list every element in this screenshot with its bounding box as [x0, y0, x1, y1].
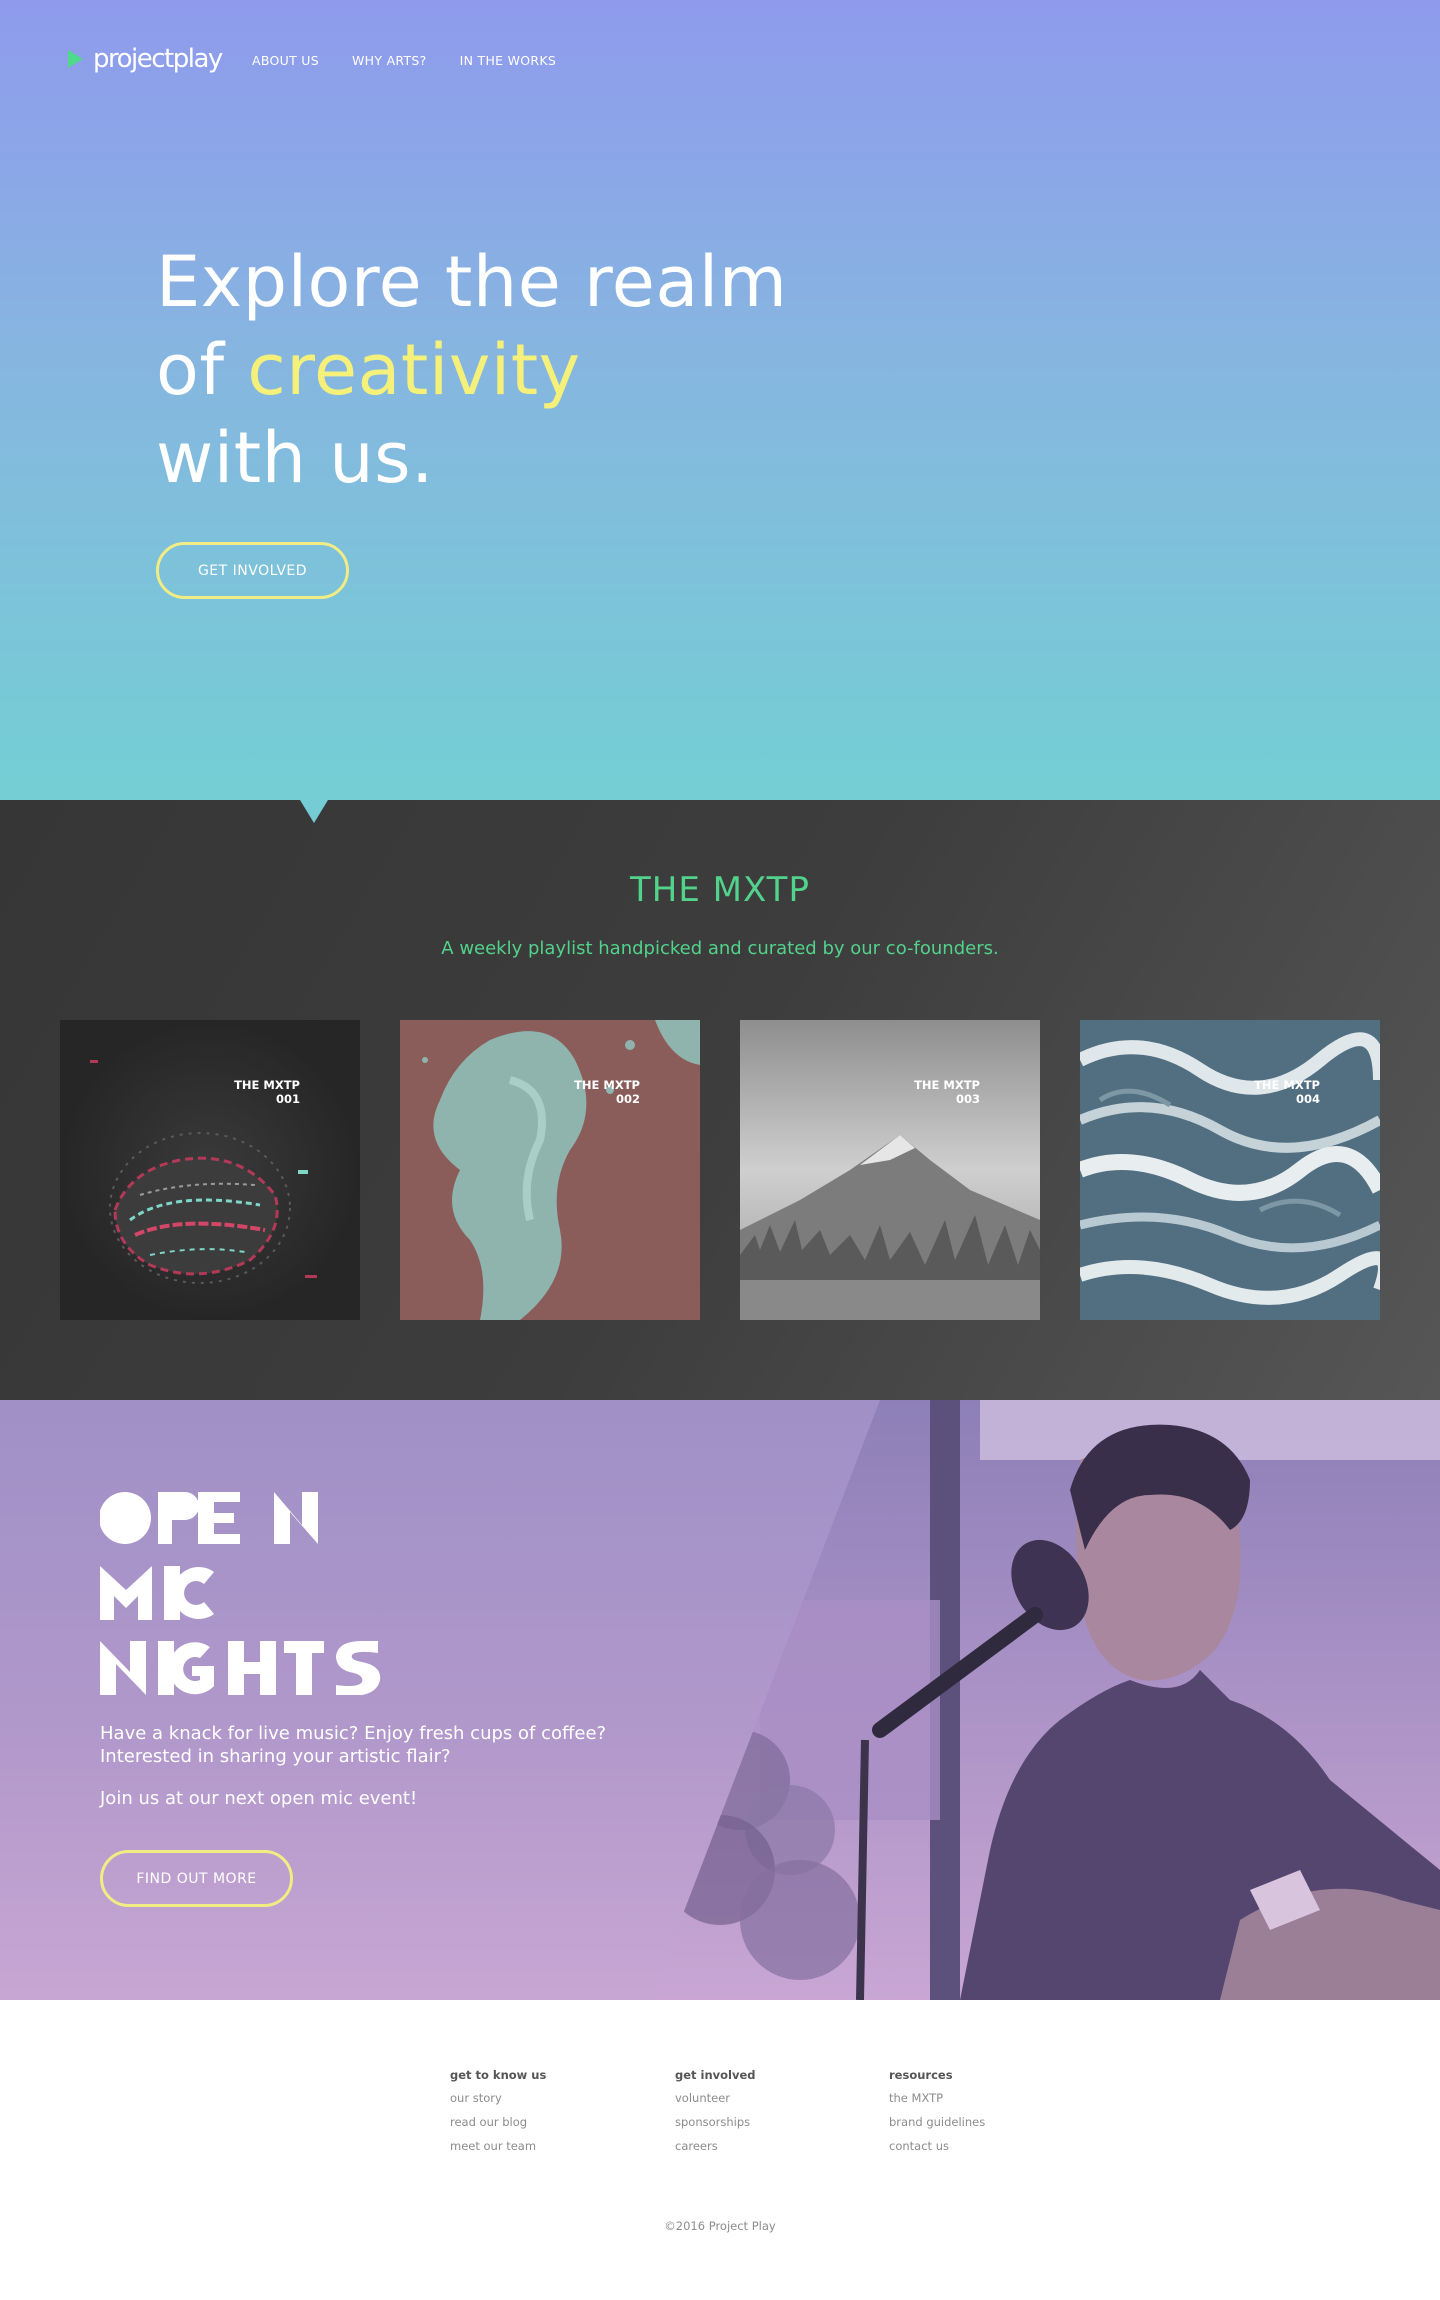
- section-pointer: [300, 800, 328, 823]
- open-mic-description: Have a knack for live music? Enjoy fresh…: [100, 1722, 640, 1768]
- mxtp-title: THE MXTP: [630, 870, 810, 910]
- cover-label: THE MXTP 002: [574, 1078, 640, 1106]
- mxtp-cover-001[interactable]: THE MXTP 001: [60, 1020, 360, 1320]
- cover-title: THE MXTP: [234, 1078, 300, 1092]
- nav-about-us[interactable]: ABOUT US: [252, 53, 319, 68]
- mxtp-subtitle: A weekly playlist handpicked and curated…: [441, 938, 999, 959]
- mxtp-section: THE MXTP A weekly playlist handpicked an…: [0, 800, 1440, 1400]
- cover-number: 004: [1295, 1092, 1320, 1106]
- footer-column-get-to-know-us: get to know us our story read our blog m…: [450, 2068, 546, 2163]
- footer-link-sponsorships[interactable]: sponsorships: [675, 2115, 756, 2129]
- hero-line-1: Explore the realm: [156, 241, 788, 323]
- cover-art-splash: [400, 1020, 700, 1320]
- footer-link-contact[interactable]: contact us: [889, 2139, 985, 2153]
- footer-link-brand-guidelines[interactable]: brand guidelines: [889, 2115, 985, 2129]
- play-logo-icon: [68, 50, 83, 68]
- mxtp-cover-003[interactable]: THE MXTP 003: [740, 1020, 1040, 1320]
- nav-in-the-works[interactable]: IN THE WORKS: [460, 53, 557, 68]
- logo[interactable]: projectplay: [60, 44, 223, 74]
- footer-heading: resources: [889, 2068, 953, 2082]
- open-mic-text-line-2: Interested in sharing your artistic flai…: [100, 1746, 451, 1767]
- footer: get to know us our story read our blog m…: [0, 2000, 1440, 2300]
- cover-title: THE MXTP: [1254, 1078, 1320, 1092]
- cover-title: THE MXTP: [574, 1078, 640, 1092]
- cover-art-glitch: [60, 1020, 360, 1320]
- open-mic-section: Have a knack for live music? Enjoy fresh…: [0, 1400, 1440, 2000]
- cover-label: THE MXTP 003: [914, 1078, 980, 1106]
- footer-column-get-involved: get involved volunteer sponsorships care…: [675, 2068, 756, 2163]
- cover-number: 003: [955, 1092, 980, 1106]
- nav-why-arts[interactable]: WHY ARTS?: [352, 53, 427, 68]
- hero-section: projectplay ABOUT US WHY ARTS? IN THE WO…: [0, 0, 1440, 800]
- cover-label: THE MXTP 001: [234, 1078, 300, 1106]
- main-nav: ABOUT US WHY ARTS? IN THE WORKS: [252, 53, 556, 68]
- cover-label: THE MXTP 004: [1254, 1078, 1320, 1106]
- footer-link-our-story[interactable]: our story: [450, 2091, 546, 2105]
- cover-number: 001: [275, 1092, 300, 1106]
- open-mic-nights-title: [100, 1492, 381, 1695]
- footer-column-resources: resources the MXTP brand guidelines cont…: [889, 2068, 985, 2163]
- mxtp-cover-002[interactable]: THE MXTP 002: [400, 1020, 700, 1320]
- footer-heading: get involved: [675, 2068, 756, 2082]
- open-mic-invite: Join us at our next open mic event!: [100, 1788, 418, 1809]
- footer-link-blog[interactable]: read our blog: [450, 2115, 546, 2129]
- cover-title: THE MXTP: [914, 1078, 980, 1092]
- hero-highlight-word: creativity: [247, 329, 581, 411]
- hero-headline: Explore the realm of creativity with us.: [156, 238, 787, 502]
- mxtp-cover-004[interactable]: THE MXTP 004: [1080, 1020, 1380, 1320]
- open-mic-text-line-1: Have a knack for live music? Enjoy fresh…: [100, 1723, 607, 1744]
- footer-link-volunteer[interactable]: volunteer: [675, 2091, 756, 2105]
- footer-link-team[interactable]: meet our team: [450, 2139, 546, 2153]
- cover-number: 002: [615, 1092, 640, 1106]
- footer-link-careers[interactable]: careers: [675, 2139, 756, 2153]
- find-out-more-button[interactable]: FIND OUT MORE: [100, 1850, 293, 1907]
- hero-line-2-prefix: of: [156, 329, 248, 411]
- footer-heading: get to know us: [450, 2068, 547, 2082]
- cover-art-mountains: [740, 1020, 1040, 1320]
- hero-line-3: with us.: [156, 417, 434, 499]
- copyright: ©2016 Project Play: [664, 2219, 776, 2233]
- footer-link-mxtp[interactable]: the MXTP: [889, 2091, 985, 2105]
- get-involved-button[interactable]: GET INVOLVED: [156, 542, 349, 599]
- cover-art-waves: [1080, 1020, 1380, 1320]
- logo-text: projectplay: [93, 44, 223, 74]
